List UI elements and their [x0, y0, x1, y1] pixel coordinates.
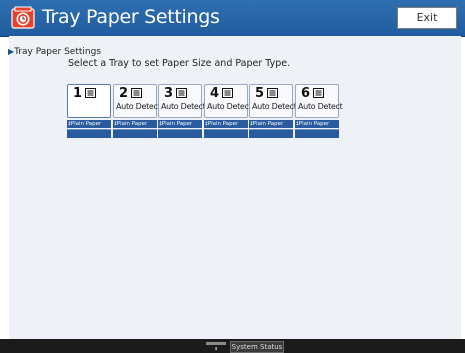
tray-paper-size-bar: [249, 129, 293, 138]
page-title: Tray Paper Settings: [42, 6, 220, 28]
tray-1-button[interactable]: 1: [67, 84, 111, 118]
tray-mode-label: Auto Detect: [298, 102, 343, 111]
tray-paper-type: ‡Plain Paper: [113, 120, 157, 128]
tray-6-button[interactable]: 6 Auto Detect: [295, 84, 343, 118]
tray-4-button[interactable]: 4 Auto Detect: [204, 84, 252, 118]
tray-2-button[interactable]: 2 Auto Detect: [113, 84, 161, 118]
exit-button[interactable]: Exit: [397, 7, 457, 29]
paper-tray-icon: [313, 88, 324, 98]
paper-tray-icon: [176, 88, 187, 98]
paper-tray-icon: [131, 88, 142, 98]
tray-1: 1 ‡Plain Paper: [67, 84, 111, 140]
tray-paper-size-bar: [113, 129, 157, 138]
system-status-button[interactable]: System Status: [230, 341, 284, 353]
counter-bar: [206, 342, 226, 345]
counter-text: ▮: [214, 346, 218, 352]
tray-number: 5: [255, 86, 265, 101]
breadcrumb-label: Tray Paper Settings: [14, 47, 101, 57]
tray-6: 6 Auto Detect ‡Plain Paper: [295, 84, 343, 140]
tray-paper-size-bar: [67, 129, 111, 138]
tray-number: 4: [210, 86, 220, 101]
paper-tray-icon: [85, 88, 96, 98]
tray-number: 3: [164, 86, 174, 101]
tray-mode-label: Auto Detect: [161, 102, 206, 111]
tray-paper-type: ‡Plain Paper: [295, 120, 339, 128]
tray-paper-size-bar: [204, 129, 248, 138]
tray-mode-label: Auto Detect: [252, 102, 297, 111]
tray-4: 4 Auto Detect ‡Plain Paper: [204, 84, 252, 140]
tray-number: 6: [301, 86, 311, 101]
tray-2: 2 Auto Detect ‡Plain Paper: [113, 84, 161, 140]
tray-paper-type: ‡Plain Paper: [158, 120, 202, 128]
main-panel: [9, 36, 461, 339]
tray-list: 1 ‡Plain Paper 2 Auto Detect ‡Plain Paper 3 Au…: [67, 84, 343, 144]
instruction-text: Select a Tray to set Paper Size and Pape…: [68, 58, 291, 69]
tray-5: 5 Auto Detect ‡Plain Paper: [249, 84, 297, 140]
tray-number: 2: [119, 86, 129, 101]
tray-mode-label: Auto Detect: [116, 102, 161, 111]
tray-paper-type: ‡Plain Paper: [67, 120, 111, 128]
tray-5-button[interactable]: 5 Auto Detect: [249, 84, 297, 118]
tray-paper-size-bar: [158, 129, 202, 138]
title-bar: Tray Paper Settings Exit: [0, 0, 465, 37]
tray-paper-settings-screen: Tray Paper Settings Exit ▶Tray Paper Set…: [0, 0, 465, 353]
tray-paper-size-bar: [295, 129, 339, 138]
tray-number: 1: [73, 86, 83, 101]
paper-tray-icon: [222, 88, 233, 98]
counter-indicator: ▮: [204, 341, 228, 353]
breadcrumb: ▶Tray Paper Settings: [8, 46, 101, 58]
copier-clock-icon: [11, 6, 35, 29]
tray-paper-type: ‡Plain Paper: [204, 120, 248, 128]
tray-paper-type: ‡Plain Paper: [249, 120, 293, 128]
paper-tray-icon: [267, 88, 278, 98]
tray-mode-label: Auto Detect: [207, 102, 252, 111]
tray-3: 3 Auto Detect ‡Plain Paper: [158, 84, 206, 140]
tray-3-button[interactable]: 3 Auto Detect: [158, 84, 206, 118]
